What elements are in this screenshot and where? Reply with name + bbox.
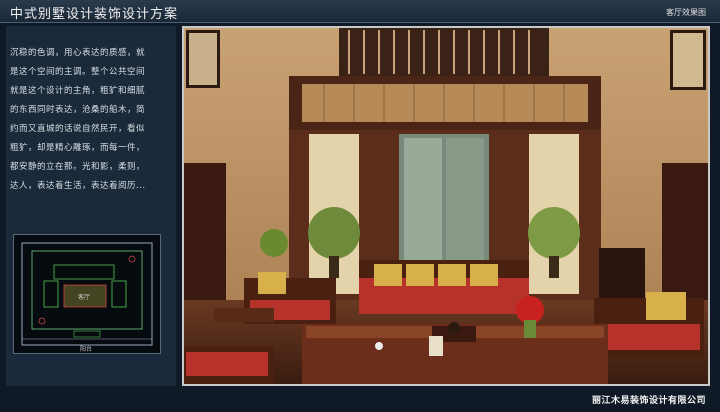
floor-plan-drawing: 客厅 阳台 [21,242,153,353]
description-line: 的东西同时表达，沧桑的船木，简 [10,105,146,115]
rendering-illustration [184,28,708,384]
plan-label-balcony: 阳台 [80,345,92,353]
floor-plan: 客厅 阳台 [13,234,161,354]
plan-label-livingroom: 客厅 [78,293,90,301]
page-title: 中式别墅设计装饰设计方案 [10,7,179,22]
description-line: 达人，表达着生活，表达着阅历... [10,181,146,191]
description-line: 沉稳的色调，用心表达的质感，就 [10,48,146,58]
company-name: 丽江木易装饰设计有限公司 [591,396,706,406]
description-line: 就是这个设计的主角，粗犷和细腻 [10,86,146,96]
description-text: 沉稳的色调，用心表达的质感，就 是这个空间的主调。整个公共空间 就是这个设计的主… [10,44,175,196]
description-line: 粗犷，却是精心雕琢，而每一件， [10,143,146,153]
description-line: 都安静的立在那。光和影，柔则， [10,162,146,172]
page-subtitle: 客厅效果图 [666,8,706,17]
description-line: 约而又直城的话说自然民开，看似 [10,124,146,134]
living-room-rendering [182,26,710,386]
description-line: 是这个空间的主调。整个公共空间 [10,67,146,77]
header-bar: 中式别墅设计装饰设计方案 客厅效果图 [0,0,720,23]
